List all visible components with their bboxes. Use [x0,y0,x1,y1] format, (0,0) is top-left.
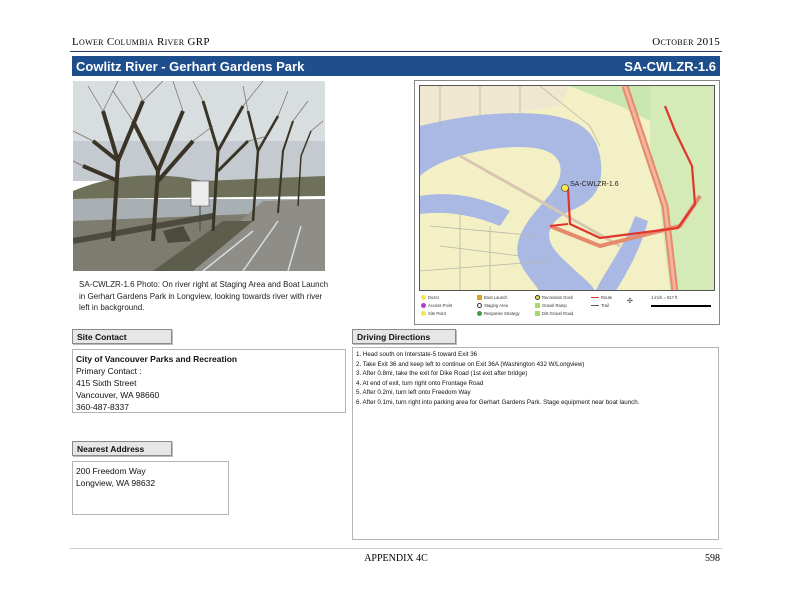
title-bar: Cowlitz River - Gerhart Gardens Park SA-… [72,56,720,76]
map-site-label: SA-CWLZR-1.6 [570,181,619,188]
map-canvas[interactable]: SA-CWLZR-1.6 [419,85,715,291]
address-street: 200 Freedom Way [76,466,146,476]
direction-step-1: 1. Head south on Interstate-5 toward Exi… [356,351,478,358]
site-contact-label: Site Contact [72,329,172,344]
direction-step-3: 3. After 0.8mi, take the exit for Dike R… [356,370,528,377]
legend-gravel-ramp: Gravel Ramp [535,303,567,308]
nearest-address-box: 200 Freedom Way Longview, WA 98632 [72,461,229,515]
driving-directions-label: Driving Directions [352,329,456,344]
site-photo [73,81,325,271]
north-arrow-icon: ✣ [627,298,633,305]
legend-recreation-dock: Recreation Dock [535,295,573,300]
direction-step-5: 5. After 0.2mi, turn left onto Freedom W… [356,389,471,396]
site-contact-box: City of Vancouver Parks and Recreation P… [72,349,346,413]
scale-bar [651,305,711,307]
contact-street: 415 Sixth Street [76,378,137,388]
address-city: Longview, WA 98632 [76,478,156,488]
contact-phone: 360-487-8337 [76,402,129,412]
direction-step-4: 4. At end of exit, turn right onto Front… [356,379,484,387]
map-legend: Dozer Access Point Site Point Boat Launc… [419,293,715,321]
header-org: Lower Columbia River GRP [72,36,210,48]
legend-staging-area: Staging Area [477,303,508,308]
contact-city: Vancouver, WA 98660 [76,390,160,400]
contact-primary: Primary Contact : [76,366,142,376]
site-name: Cowlitz River - Gerhart Gardens Park [76,58,305,74]
legend-dirt-gravel-road: Dirt Gravel Road [535,311,573,316]
header-date: October 2015 [652,36,720,48]
legend-route: Route [591,295,612,300]
legend-site-point: Site Point [421,311,446,316]
contact-org: City of Vancouver Parks and Recreation [76,354,238,364]
legend-trail: Trail [591,303,609,308]
direction-step-6: 6. After 0.1mi, turn right into parking … [356,398,640,406]
legend-dozer: Dozer [421,295,439,300]
site-map: SA-CWLZR-1.6 Dozer Access Point Site Poi… [414,80,720,325]
legend-boat-launch: Boat Launch [477,295,508,300]
direction-step-2: 2. Take Exit 36 and keep left to continu… [356,360,585,368]
nearest-address-label: Nearest Address [72,441,172,456]
legend-access-point: Access Point [421,303,452,308]
photo-caption: SA-CWLZR-1.6 Photo: On river right at St… [79,280,329,312]
driving-directions-box: 1. Head south on Interstate-5 toward Exi… [352,347,719,540]
legend-scale: 1 inch = 917 ft [651,295,678,300]
legend-response-strategy: Response Strategy [477,311,520,316]
header-divider [70,51,722,52]
site-code: SA-CWLZR-1.6 [624,58,716,74]
footer-appendix: APPENDIX 4C [364,553,428,564]
footer-divider [70,548,722,549]
footer-page-number: 598 [705,553,720,564]
